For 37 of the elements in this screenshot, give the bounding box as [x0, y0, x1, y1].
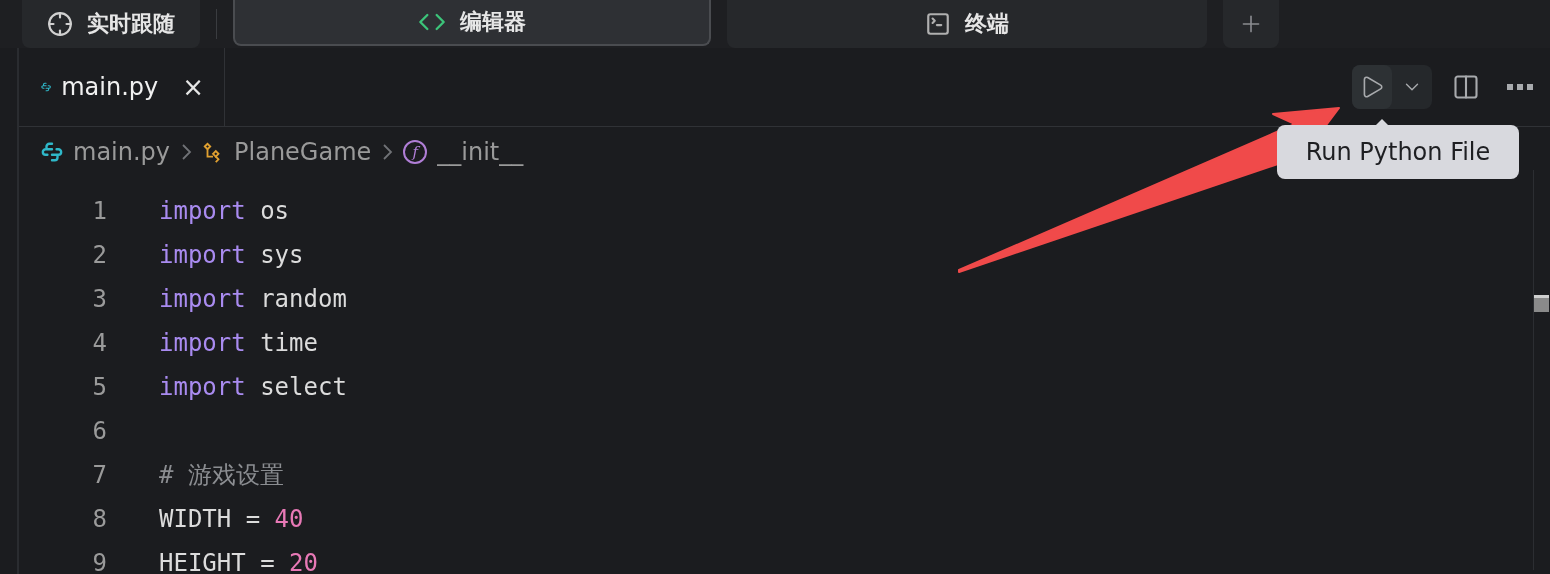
line-number: 6 — [91, 417, 107, 445]
more-icon — [1507, 84, 1533, 90]
python-icon — [41, 141, 63, 163]
function-icon: f — [403, 140, 428, 164]
chevron-right-icon — [180, 143, 193, 161]
scroll-marker — [1534, 295, 1549, 312]
code-line: import sys — [159, 241, 304, 269]
panel-tab[interactable]: 终端 — [727, 0, 1207, 48]
code-line: HEIGHT = 20 — [159, 549, 318, 574]
breadcrumb-item[interactable]: __init__ — [437, 138, 524, 166]
code-line: # 游戏设置 — [159, 460, 284, 491]
line-number: 4 — [91, 329, 107, 357]
line-number: 5 — [91, 373, 107, 401]
add-button[interactable] — [1223, 0, 1279, 48]
chevron-right-icon — [381, 143, 394, 161]
line-number: 3 — [91, 285, 107, 313]
crosshair-icon — [47, 11, 73, 37]
line-number: 7 — [91, 461, 107, 489]
line-number: 2 — [91, 241, 107, 269]
breadcrumb-item[interactable]: main.py — [73, 138, 171, 166]
code-line: import time — [159, 329, 318, 357]
columns-icon — [1452, 73, 1480, 101]
line-number: 1 — [91, 197, 107, 225]
breadcrumb-item[interactable]: PlaneGame — [234, 138, 372, 166]
file-tab[interactable]: main.py × — [19, 48, 225, 126]
code-line: import random — [159, 285, 347, 313]
run-button[interactable] — [1352, 65, 1432, 109]
code-line: WIDTH = 40 — [159, 505, 304, 533]
close-button[interactable]: × — [182, 72, 204, 102]
terminal-icon — [925, 11, 951, 37]
tooltip: Run Python File — [1277, 125, 1519, 179]
line-number: 9 — [91, 549, 107, 574]
panel-tab[interactable]: 编辑器 — [233, 0, 711, 46]
follow-button[interactable]: 实时跟随 — [22, 0, 200, 48]
line-number: 8 — [91, 505, 107, 533]
code-line: import os — [159, 197, 290, 225]
code-line: import select — [159, 373, 347, 401]
